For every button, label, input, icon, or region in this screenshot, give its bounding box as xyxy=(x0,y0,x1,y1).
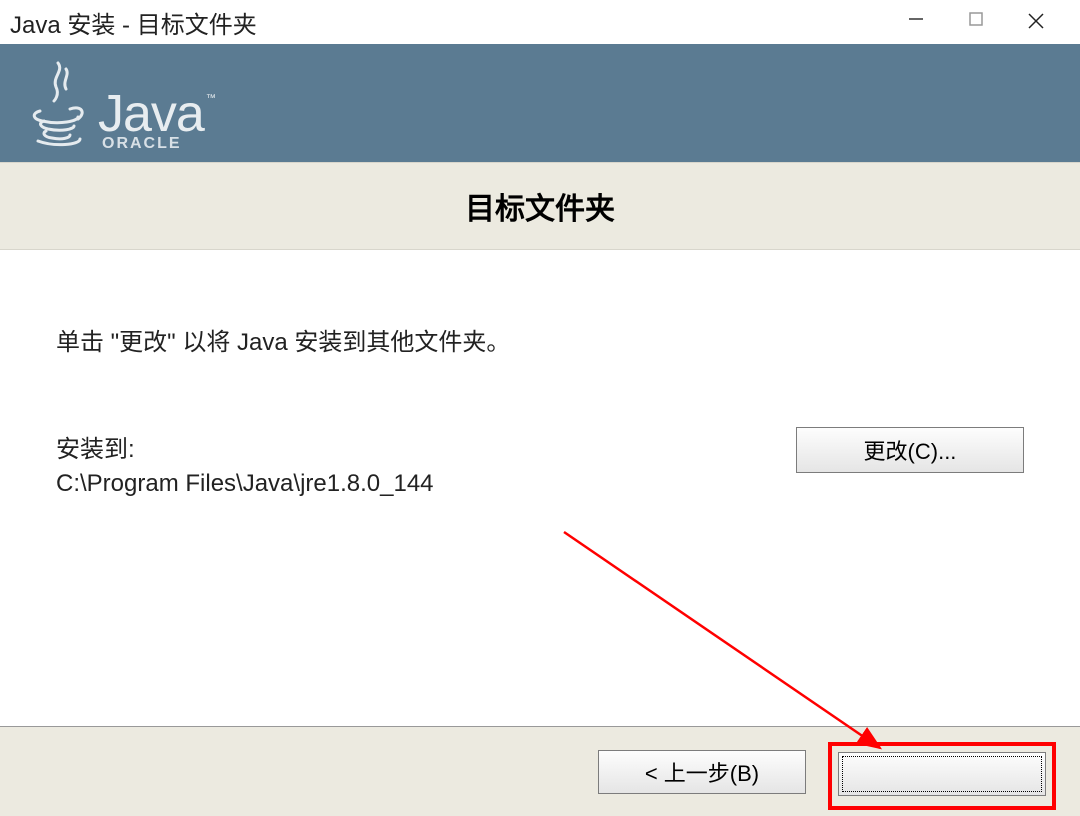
page-title: 目标文件夹 xyxy=(465,184,615,228)
minimize-icon[interactable] xyxy=(904,10,928,34)
titlebar: Java 安装 - 目标文件夹 xyxy=(0,0,1080,44)
java-brand-label: Java xyxy=(98,88,204,140)
install-row: 安装到: C:\Program Files\Java\jre1.8.0_144 … xyxy=(56,429,1024,498)
java-text: Java ™ ORACLE xyxy=(98,88,215,152)
instruction-text: 单击 "更改" 以将 Java 安装到其他文件夹。 xyxy=(56,322,1024,357)
oracle-label: ORACLE xyxy=(102,136,215,152)
window-controls xyxy=(904,8,1072,36)
install-to-label: 安装到: xyxy=(56,429,434,464)
main-content: 单击 "更改" 以将 Java 安装到其他文件夹。 安装到: C:\Progra… xyxy=(0,250,1080,498)
change-button[interactable]: 更改(C)... xyxy=(796,427,1024,473)
close-icon[interactable] xyxy=(1024,8,1048,36)
next-button[interactable] xyxy=(838,752,1046,796)
next-button-highlight xyxy=(828,742,1056,810)
banner: Java ™ ORACLE xyxy=(0,44,1080,162)
maximize-icon[interactable] xyxy=(964,10,988,34)
window-title: Java 安装 - 目标文件夹 xyxy=(8,5,904,40)
install-path: C:\Program Files\Java\jre1.8.0_144 xyxy=(56,470,434,498)
footer: < 上一步(B) xyxy=(0,726,1080,816)
back-button[interactable]: < 上一步(B) xyxy=(598,750,806,794)
java-cup-icon xyxy=(30,55,88,152)
trademark-label: ™ xyxy=(206,94,215,104)
java-logo: Java ™ ORACLE xyxy=(30,55,215,152)
subheader: 目标文件夹 xyxy=(0,162,1080,250)
